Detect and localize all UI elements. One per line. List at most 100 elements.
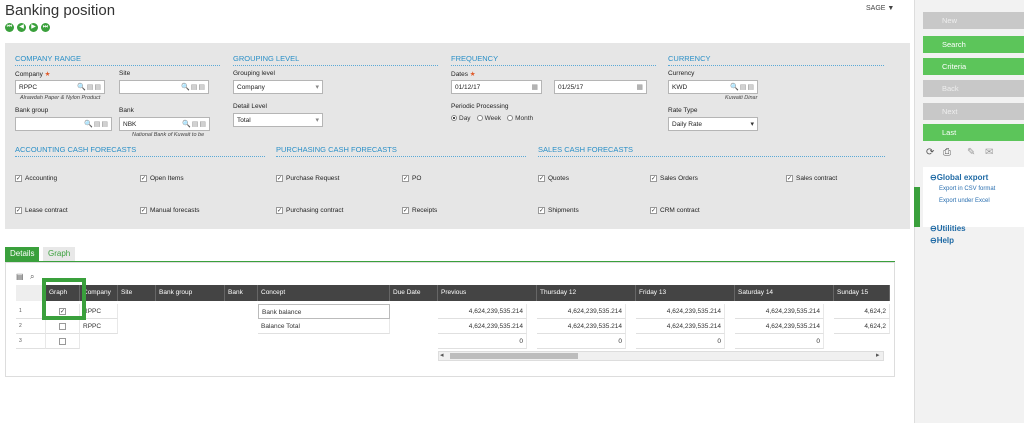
column-header-sunday-15[interactable]: Sunday 15 [834,285,890,301]
currency-label: Currency [668,70,695,77]
cell-company[interactable]: RPPC [80,319,118,334]
comment-icon[interactable]: ✉ [985,147,993,158]
bank-group-field[interactable]: 🔍▤▤ [15,117,112,131]
column-header-friday-13[interactable]: Friday 13 [636,285,735,301]
checkbox-manual-forecasts[interactable]: ✓ Manual forecasts [140,207,200,214]
previous-record-icon[interactable]: ◀ [17,23,26,32]
scrollbar-thumb[interactable] [450,353,578,359]
column-header-concept[interactable]: Concept [258,285,390,301]
date-to-field[interactable]: 01/25/17 ▦ [554,80,647,94]
tab-graph[interactable]: Graph [43,247,76,261]
scroll-left-icon[interactable]: ◂ [440,351,444,359]
checkbox-sales-orders[interactable]: ✓ Sales Orders [650,175,698,182]
first-record-icon[interactable]: ⏮ [5,23,14,32]
cell-saturday-14[interactable]: 4,624,239,535.214 [735,319,824,334]
cell-friday-13[interactable]: 0 [636,334,725,349]
user-menu[interactable]: SAGE ▼ [866,5,894,12]
checkbox-sales-contract[interactable]: ✓ Sales contract [786,175,837,182]
currency-field[interactable]: KWD 🔍▤▤ [668,80,758,94]
site-label: Site [119,70,131,77]
cell-previous[interactable]: 0 [438,334,527,349]
cell-thursday-12[interactable]: 4,624,239,535.214 [537,304,626,319]
sidebar-collapse-handle[interactable] [914,187,920,227]
periodic-processing-label: Periodic Processing [451,103,509,110]
checkbox-open-items[interactable]: ✓ Open Items [140,175,184,182]
next-button[interactable]: Next [923,103,1024,120]
date-from-field[interactable]: 01/12/17 ▦ [451,80,542,94]
refresh-icon[interactable]: ⟳ [926,147,934,158]
tab-details[interactable]: Details [5,247,40,261]
checkbox-receipts[interactable]: ✓ Receipts [402,207,437,214]
bank-description: National Bank of Kuwait to be [132,132,205,138]
rate-type-select[interactable]: Daily Rate ▾ [668,117,758,131]
scroll-right-icon[interactable]: ▸ [876,351,880,359]
cell-thursday-12[interactable]: 0 [537,334,626,349]
checkbox-po[interactable]: ✓ PO [402,175,421,182]
cell-sunday-15[interactable]: 4,624,2 [834,319,890,334]
export-excel-link[interactable]: Export under Excel [939,198,990,204]
graph-checkbox[interactable] [46,334,80,349]
grouping-level-select[interactable]: Company ▾ [233,80,323,94]
cell-concept[interactable]: Balance Total [258,319,390,334]
currency-description: Kuwaiti Dinar [725,95,758,101]
checkbox-shipments[interactable]: ✓ Shipments [538,207,579,214]
cell-sunday-15[interactable]: 4,624,2 [834,304,890,319]
lookup-icon: 🔍▤▤ [182,121,207,128]
radio-week[interactable]: Week [476,115,501,122]
last-record-icon[interactable]: ⏭ [41,23,50,32]
company-description: Alrawdah Paper & Nylon Product [20,95,101,101]
graph-checkbox[interactable] [46,319,80,334]
attachment-icon[interactable]: ✎ [967,147,975,158]
cell-friday-13[interactable]: 4,624,239,535.214 [636,319,725,334]
column-header-previous[interactable]: Previous [438,285,537,301]
new-button[interactable]: New [923,12,1024,29]
search-button[interactable]: Search [923,36,1024,53]
bank-field[interactable]: NBK 🔍▤▤ [119,117,210,131]
cell-previous[interactable]: 4,624,239,535.214 [438,304,527,319]
section-sales-forecasts: SALES CASH FORECASTS [538,145,885,157]
chevron-down-icon: ▾ [315,84,320,91]
next-record-icon[interactable]: ▶ [29,23,38,32]
column-header-site[interactable]: Site [118,285,156,301]
global-export-heading[interactable]: ⊖Global export [930,173,988,182]
print-icon[interactable]: ⎙ [943,147,951,158]
section-accounting-forecasts: ACCOUNTING CASH FORECASTS [15,145,265,157]
page-title: Banking position [5,2,116,19]
cell-previous[interactable]: 4,624,239,535.214 [438,319,527,334]
detail-level-label: Detail Level [233,103,267,110]
periodic-radio-group[interactable]: Day Week Month [451,115,533,122]
company-field[interactable]: RPPC 🔍▤▤ [15,80,105,94]
help-heading[interactable]: ⊖Help [930,236,954,245]
grouping-level-label: Grouping level [233,70,275,77]
export-csv-link[interactable]: Export in CSV format [939,186,995,192]
section-currency: CURRENCY [668,54,884,66]
cell-friday-13[interactable]: 4,624,239,535.214 [636,304,725,319]
checkbox-purchase-request[interactable]: ✓ Purchase Request [276,175,339,182]
detail-level-select[interactable]: Total ▾ [233,113,323,127]
checkbox-crm-contract[interactable]: ✓ CRM contract [650,207,700,214]
checkbox-purchasing-contract[interactable]: ✓ Purchasing contract [276,207,343,214]
radio-day[interactable]: Day [451,115,471,122]
dates-label: Dates ★ [451,71,476,78]
grid-search-icon[interactable]: ⌕ [30,272,34,282]
column-header-due-date[interactable]: Due Date [390,285,438,301]
site-field[interactable]: 🔍▤▤ [119,80,209,94]
radio-month[interactable]: Month [507,115,533,122]
cell-concept[interactable]: Bank balance [258,304,390,319]
column-header-bank[interactable]: Bank [225,285,258,301]
cell-saturday-14[interactable]: 4,624,239,535.214 [735,304,824,319]
cell-thursday-12[interactable]: 4,624,239,535.214 [537,319,626,334]
checkbox-quotes[interactable]: ✓ Quotes [538,175,569,182]
checkbox-accounting[interactable]: ✓ Accounting [15,175,57,182]
back-button[interactable]: Back [923,80,1024,97]
column-header-saturday-14[interactable]: Saturday 14 [735,285,834,301]
last-button[interactable]: Last [923,124,1024,141]
rate-type-label: Rate Type [668,107,698,114]
criteria-button[interactable]: Criteria [923,58,1024,75]
column-header-bank-group[interactable]: Bank group [156,285,225,301]
column-header-thursday-12[interactable]: Thursday 12 [537,285,636,301]
utilities-heading[interactable]: ⊖Utilities [930,224,966,233]
checkbox-lease-contract[interactable]: ✓ Lease contract [15,207,68,214]
cell-saturday-14[interactable]: 0 [735,334,824,349]
grid-settings-icon[interactable]: ▤ [16,272,24,281]
